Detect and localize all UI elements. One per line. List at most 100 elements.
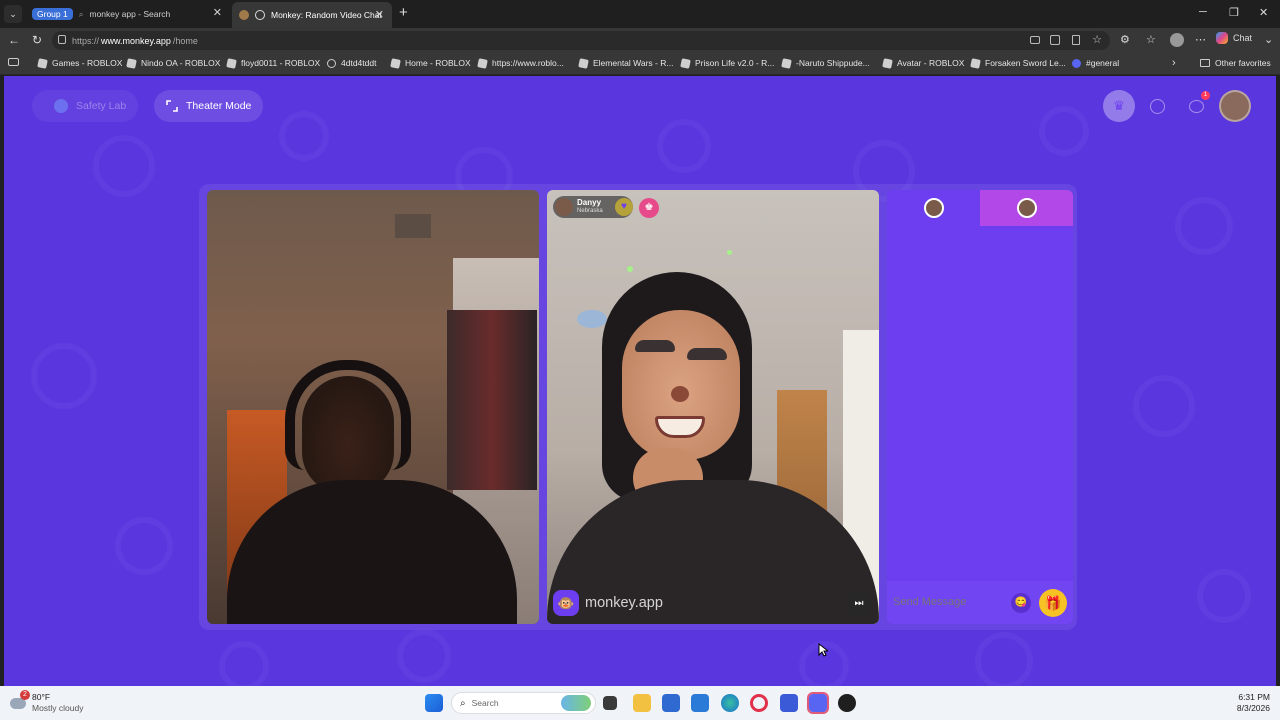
split-screen-icon[interactable] (1050, 35, 1060, 45)
crown-button[interactable]: ♛ (1103, 90, 1135, 122)
weather-widget[interactable]: 2 80°F Mostly cloudy (10, 690, 84, 714)
bookmark-item[interactable]: Nindo OA - ROBLOX (126, 57, 221, 69)
url-bar[interactable]: https://www.monkey.app/home ☆ (52, 31, 1110, 50)
message-input[interactable] (893, 593, 1003, 611)
file-explorer-icon[interactable] (633, 694, 651, 712)
more-menu-icon[interactable]: ⋯ (1195, 33, 1206, 46)
favorites-icon[interactable]: ☆ (1146, 33, 1156, 46)
tab-group-label[interactable]: Group 1 (32, 8, 73, 20)
restore-icon[interactable]: ❐ (1229, 6, 1239, 19)
folder-icon (1200, 59, 1210, 67)
bookmark-item[interactable]: 4dtd4tddt (327, 58, 376, 68)
brow-left (635, 340, 675, 352)
bookmark-item[interactable]: Home - ROBLOX (390, 57, 471, 69)
roblox-icon (781, 57, 792, 69)
history-button[interactable] (1141, 90, 1173, 122)
bookmark-label: #general (1086, 58, 1120, 68)
bookmark-label: -Naruto Shippude... (796, 58, 870, 68)
opera-icon[interactable] (750, 694, 768, 712)
discord-icon[interactable] (807, 692, 829, 714)
bookmark-item[interactable]: #general (1072, 58, 1119, 68)
chat-tab-self[interactable] (887, 190, 980, 226)
shield-icon (54, 99, 68, 113)
bookmark-label: Nindo OA - ROBLOX (141, 58, 221, 68)
video-chat-stage: Danyy Nebraska ♥ ♚ 🐵 monkey.app ⏭ Send M… (199, 184, 1077, 630)
partner-info-badge: Danyy Nebraska ♥ (553, 196, 633, 218)
copilot-label: Chat (1233, 33, 1253, 43)
user-avatar[interactable] (1219, 90, 1251, 122)
copilot-chat-button[interactable]: Chat (1216, 32, 1252, 44)
favorite-star-icon[interactable]: ☆ (1092, 33, 1102, 46)
refresh-icon[interactable]: ↻ (32, 33, 42, 47)
android-icon[interactable] (838, 694, 856, 712)
camera-icon[interactable] (1030, 36, 1040, 44)
partner-video: Danyy Nebraska ♥ ♚ 🐵 monkey.app ⏭ (547, 190, 879, 624)
outlook-icon[interactable] (691, 694, 709, 712)
sidebar-toggle-icon[interactable]: ⌄ (1264, 33, 1273, 46)
bookmark-label: Elemental Wars - R... (593, 58, 674, 68)
close-window-icon[interactable]: ✕ (1259, 6, 1268, 19)
bookmark-label: https://www.roblo... (492, 58, 564, 68)
brow-right (687, 348, 727, 360)
minimize-icon[interactable]: ─ (1199, 6, 1207, 18)
search-highlight-icon (561, 695, 591, 711)
bookmark-item[interactable]: floyd0011 - ROBLOX (226, 57, 320, 69)
new-tab-button[interactable]: + (399, 4, 408, 21)
roblox-icon (477, 57, 488, 69)
monkey-watermark: 🐵 monkey.app (553, 590, 663, 616)
notification-badge: 1 (1201, 91, 1210, 100)
message-composer: 😋 🎁 (887, 581, 1073, 624)
heart-icon[interactable]: ♥ (615, 198, 633, 216)
bookmark-item[interactable]: -Naruto Shippude... (781, 57, 870, 69)
profile-avatar[interactable] (1170, 33, 1184, 47)
weather-badge: 2 (20, 690, 30, 700)
tab-actions-button[interactable]: ⌄ (4, 5, 22, 23)
store-icon[interactable] (662, 694, 680, 712)
gift-button[interactable]: 🎁 (1039, 589, 1067, 617)
reader-icon[interactable] (1072, 35, 1080, 45)
tab-search[interactable]: Group 1 ⌕ monkey app - Search ✕ (30, 3, 230, 25)
person-hair (285, 360, 411, 470)
tab-monkey[interactable]: Monkey: Random Video Chat ✕ (232, 2, 392, 28)
browser-title-bar: ⌄ Group 1 ⌕ monkey app - Search ✕ Monkey… (0, 0, 1280, 28)
skip-button[interactable]: ⏭ (847, 592, 871, 616)
other-favorites[interactable]: Other favorites (1200, 58, 1271, 68)
taskbar-search[interactable]: ⌕ Search (451, 692, 596, 714)
windows-start-icon[interactable] (425, 694, 443, 712)
bookmark-item[interactable]: Avatar - ROBLOX (882, 57, 964, 69)
back-icon[interactable]: ← (8, 33, 20, 47)
partner-location: Nebraska (577, 208, 603, 214)
gift-badge-icon[interactable]: ♚ (639, 198, 659, 218)
theater-mode-button[interactable]: Theater Mode (154, 90, 264, 122)
close-icon[interactable]: ✕ (375, 8, 384, 21)
nose-paint (671, 386, 689, 402)
wall-vent (395, 214, 431, 238)
emoji-button[interactable]: 😋 (1011, 593, 1031, 613)
bookmark-item[interactable]: Prison Life v2.0 - R... (680, 57, 774, 69)
chat-tab-partner[interactable] (980, 190, 1073, 226)
messages-button[interactable]: 1 (1180, 90, 1212, 122)
extensions-icon[interactable]: ⚙ (1120, 33, 1130, 46)
bookmark-item[interactable]: https://www.roblo... (477, 57, 564, 69)
close-icon[interactable]: ✕ (213, 6, 222, 19)
bookmark-label: Home - ROBLOX (405, 58, 471, 68)
bookmark-item[interactable]: Forsaken Sword Le... (970, 57, 1066, 69)
edge-icon[interactable] (721, 694, 739, 712)
clock-time: 6:31 PM (1238, 692, 1270, 702)
system-clock[interactable]: 6:31 PM 8/3/2026 (1237, 692, 1270, 714)
bookmark-label: 4dtd4tddt (341, 58, 377, 68)
crown-icon: ♛ (1113, 98, 1125, 113)
temperature: 80°F (32, 692, 51, 702)
bookmark-label: Games - ROBLOX (52, 58, 123, 68)
sparkle-2 (727, 250, 732, 255)
mouse-cursor-icon (818, 643, 828, 657)
safety-lab-button[interactable]: Safety Lab (32, 90, 139, 122)
task-view-icon[interactable] (603, 696, 617, 710)
bookmark-item[interactable]: Elemental Wars - R... (578, 57, 674, 69)
bookmarks-menu-icon[interactable] (8, 58, 19, 66)
bookmark-item[interactable]: Games - ROBLOX (37, 57, 123, 69)
partner-name: Danyy (577, 198, 602, 207)
bookmarks-overflow-icon[interactable]: › (1172, 57, 1176, 69)
app-icon[interactable] (780, 694, 798, 712)
roblox-icon (37, 57, 48, 69)
